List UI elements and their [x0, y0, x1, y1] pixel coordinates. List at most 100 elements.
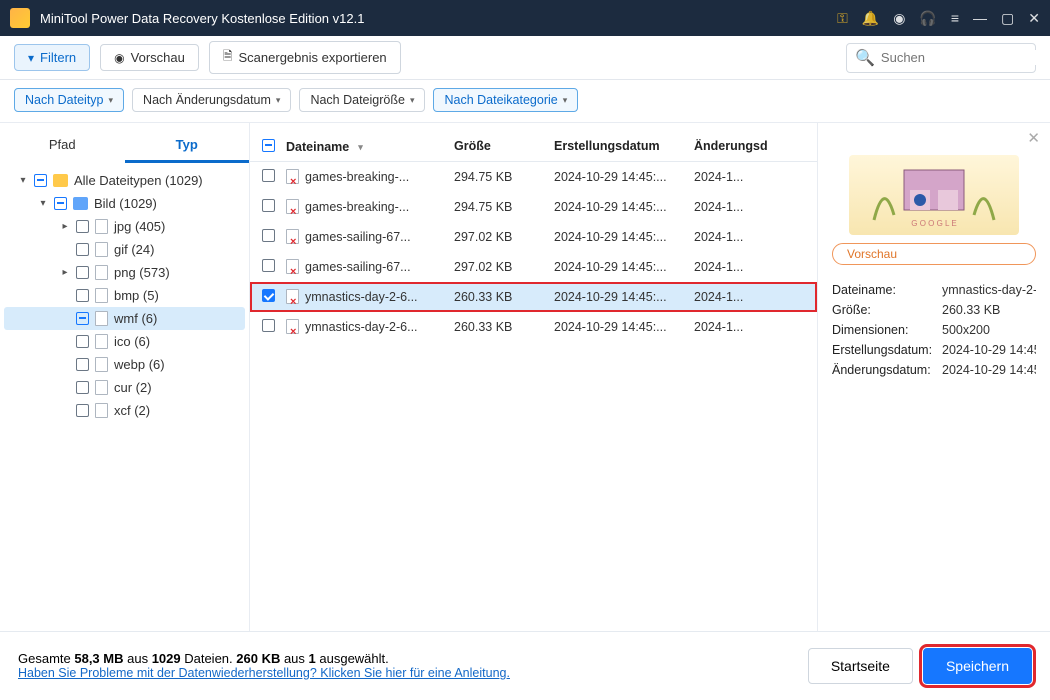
file-size: 294.75 KB [454, 170, 554, 184]
app-logo-icon [10, 8, 30, 28]
file-name: games-sailing-67... [305, 230, 411, 244]
file-modified: 2024-1... [694, 320, 805, 334]
row-checkbox[interactable] [262, 319, 275, 332]
file-list: Dateiname▾ Größe Erstellungsdatum Änderu… [250, 123, 818, 631]
file-icon [95, 334, 108, 349]
checkbox[interactable] [76, 404, 89, 417]
menu-icon[interactable]: ≡ [951, 10, 959, 26]
deleted-file-icon [286, 199, 300, 215]
file-created: 2024-10-29 14:45:... [554, 170, 694, 184]
meta-created: 2024-10-29 14:45 [942, 343, 1036, 357]
footer: Gesamte 58,3 MB aus 1029 Dateien. 260 KB… [0, 631, 1050, 699]
headphones-icon[interactable]: 🎧 [919, 10, 936, 27]
column-size[interactable]: Größe [454, 139, 554, 155]
help-link[interactable]: Haben Sie Probleme mit der Datenwiederhe… [18, 666, 510, 680]
row-checkbox[interactable] [262, 199, 275, 212]
search-box[interactable]: 🔍 [846, 43, 1036, 73]
file-name: games-sailing-67... [305, 260, 411, 274]
deleted-file-icon [286, 169, 300, 185]
checkbox[interactable] [76, 266, 89, 279]
window-title: MiniTool Power Data Recovery Kostenlose … [40, 11, 837, 26]
file-type-tree: ▾Alle Dateitypen (1029) ▾Bild (1029) ▸jp… [0, 163, 249, 428]
tree-item-bmp[interactable]: bmp (5) [4, 284, 245, 307]
export-button[interactable]: 🗎 Scanergebnis exportieren [209, 41, 401, 74]
file-modified: 2024-1... [694, 260, 805, 274]
meta-filename: ymnastics-day-2-6 [942, 283, 1036, 297]
checkbox[interactable] [76, 381, 89, 394]
preview-button[interactable]: ◉ Vorschau [100, 44, 199, 71]
row-checkbox[interactable] [262, 169, 275, 182]
row-checkbox[interactable] [262, 259, 275, 272]
chip-filetype[interactable]: Nach Dateityp▾ [14, 88, 124, 112]
checkbox[interactable] [76, 243, 89, 256]
checkbox[interactable] [54, 197, 67, 210]
minimize-icon[interactable]: — [973, 10, 987, 26]
file-created: 2024-10-29 14:45:... [554, 320, 694, 334]
tree-item-jpg[interactable]: ▸jpg (405) [4, 215, 245, 238]
tab-path[interactable]: Pfad [0, 129, 125, 163]
tree-item-ico[interactable]: ico (6) [4, 330, 245, 353]
preview-open-button[interactable]: Vorschau [832, 243, 1036, 265]
home-button[interactable]: Startseite [808, 648, 913, 684]
close-icon[interactable]: ✕ [1028, 10, 1040, 27]
save-button[interactable]: Speichern [923, 648, 1032, 684]
key-icon[interactable]: ⚿ [837, 10, 848, 27]
column-modified[interactable]: Änderungsd [694, 139, 805, 155]
maximize-icon[interactable]: ▢ [1001, 10, 1014, 27]
meta-dimensions: 500x200 [942, 323, 1036, 337]
disc-icon[interactable]: ◉ [893, 10, 905, 27]
chevron-down-icon: ▾ [563, 95, 568, 106]
tree-category-image[interactable]: ▾Bild (1029) [4, 192, 245, 215]
checkbox[interactable] [76, 312, 89, 325]
checkbox[interactable] [76, 358, 89, 371]
select-all-checkbox[interactable] [262, 139, 275, 152]
toolbar: ▾ Filtern ◉ Vorschau 🗎 Scanergebnis expo… [0, 36, 1050, 80]
tree-item-wmf[interactable]: wmf (6) [4, 307, 245, 330]
table-row[interactable]: games-sailing-67... 297.02 KB 2024-10-29… [250, 252, 817, 282]
column-created[interactable]: Erstellungsdatum [554, 139, 694, 155]
chevron-down-icon: ▾ [38, 198, 48, 209]
folder-icon [73, 197, 88, 210]
file-created: 2024-10-29 14:45:... [554, 260, 694, 274]
tree-item-gif[interactable]: gif (24) [4, 238, 245, 261]
checkbox[interactable] [34, 174, 47, 187]
chip-category[interactable]: Nach Dateikategorie▾ [433, 88, 578, 112]
export-label: Scanergebnis exportieren [239, 50, 387, 65]
file-icon [95, 357, 108, 372]
chip-modified[interactable]: Nach Änderungsdatum▾ [132, 88, 291, 112]
export-icon: 🗎 [223, 47, 233, 68]
bell-icon[interactable]: 🔔 [862, 10, 879, 27]
checkbox[interactable] [76, 335, 89, 348]
table-row[interactable]: games-breaking-... 294.75 KB 2024-10-29 … [250, 162, 817, 192]
title-bar: MiniTool Power Data Recovery Kostenlose … [0, 0, 1050, 36]
close-preview-icon[interactable]: ✕ [1027, 129, 1040, 147]
deleted-file-icon [286, 259, 300, 275]
filter-button[interactable]: ▾ Filtern [14, 44, 90, 71]
tree-item-png[interactable]: ▸png (573) [4, 261, 245, 284]
table-row[interactable]: games-sailing-67... 297.02 KB 2024-10-29… [250, 222, 817, 252]
tree-item-xcf[interactable]: xcf (2) [4, 399, 245, 422]
table-row[interactable]: ymnastics-day-2-6... 260.33 KB 2024-10-2… [250, 282, 817, 312]
tree-item-cur[interactable]: cur (2) [4, 376, 245, 399]
funnel-icon: ▾ [28, 51, 34, 65]
chevron-down-icon: ▾ [18, 175, 28, 186]
file-size: 297.02 KB [454, 230, 554, 244]
checkbox[interactable] [76, 220, 89, 233]
checkbox[interactable] [76, 289, 89, 302]
tab-type[interactable]: Typ [125, 129, 250, 163]
search-input[interactable] [881, 50, 1050, 65]
table-row[interactable]: games-breaking-... 294.75 KB 2024-10-29 … [250, 192, 817, 222]
column-name[interactable]: Dateiname▾ [286, 139, 454, 155]
file-size: 297.02 KB [454, 260, 554, 274]
svg-text:G O O G L E: G O O G L E [911, 219, 957, 228]
file-size: 260.33 KB [454, 320, 554, 334]
row-checkbox[interactable] [262, 229, 275, 242]
tree-root[interactable]: ▾Alle Dateitypen (1029) [4, 169, 245, 192]
file-icon [95, 288, 108, 303]
tree-item-webp[interactable]: webp (6) [4, 353, 245, 376]
file-size: 260.33 KB [454, 290, 554, 304]
row-checkbox[interactable] [262, 289, 275, 302]
preview-panel: ✕ G O O G L E Vorschau Dateiname:ymnasti… [818, 123, 1050, 631]
table-row[interactable]: ymnastics-day-2-6... 260.33 KB 2024-10-2… [250, 312, 817, 342]
chip-size[interactable]: Nach Dateigröße▾ [299, 88, 425, 112]
